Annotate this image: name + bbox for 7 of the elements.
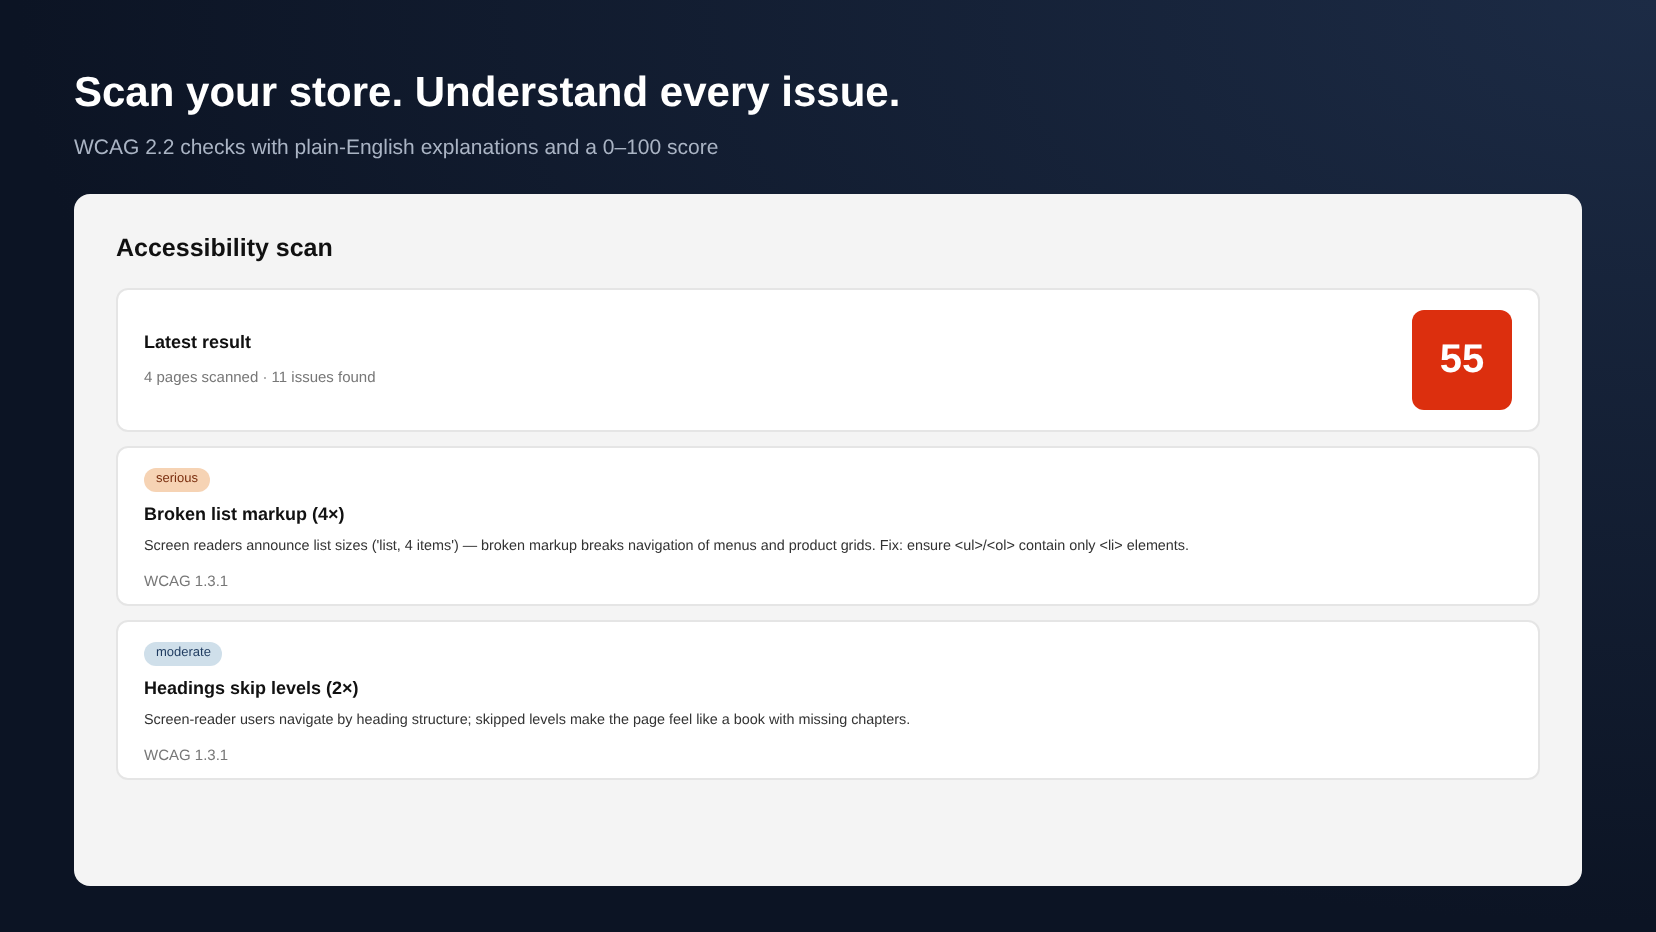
issue-title: Headings skip levels (2×): [144, 675, 359, 702]
summary-title: Latest result: [144, 330, 252, 357]
page-subtitle: WCAG 2.2 checks with plain-English explanations and a 0–100 score: [74, 134, 719, 164]
issue-title: Broken list markup (4×): [144, 501, 345, 528]
score-badge: 55: [1412, 309, 1512, 410]
panel-title: Accessibility scan: [116, 232, 333, 266]
page-title: Scan your store. Understand every issue.: [74, 68, 901, 120]
